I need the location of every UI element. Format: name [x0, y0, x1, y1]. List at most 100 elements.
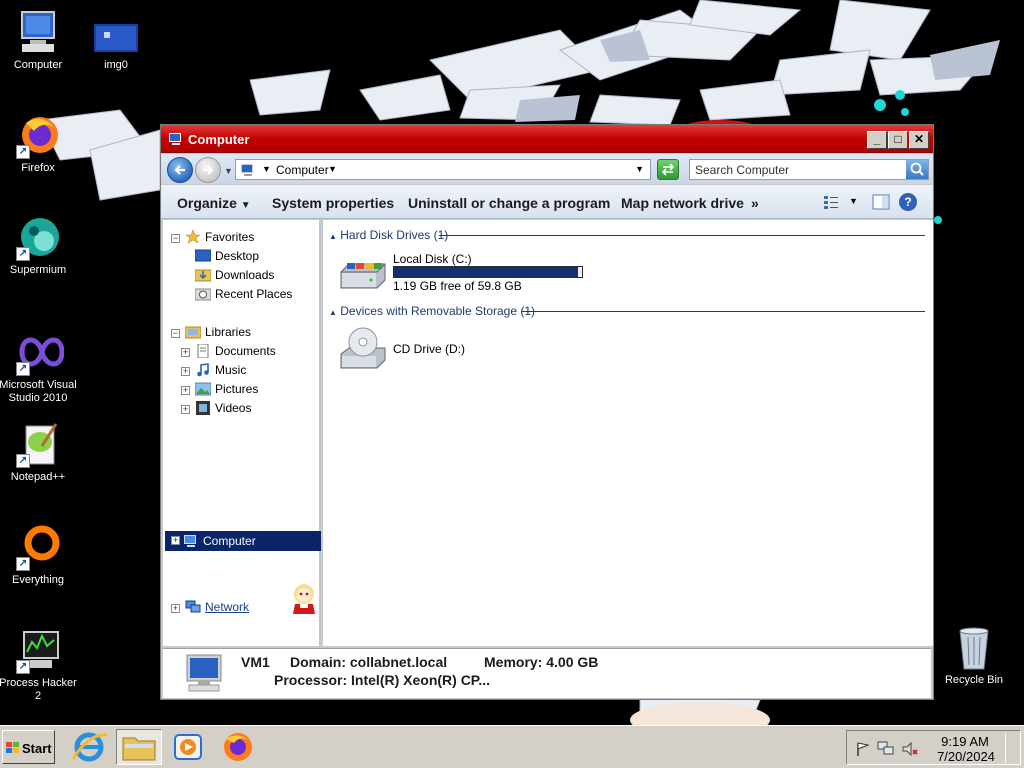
- network-icon: [185, 600, 201, 613]
- show-desktop-button[interactable]: [1005, 733, 1019, 763]
- expand-icon[interactable]: +: [181, 348, 190, 357]
- supermium-icon: ↗: [12, 215, 64, 261]
- taskbar-firefox[interactable]: [216, 729, 260, 765]
- collapse-icon[interactable]: −: [171, 329, 180, 338]
- shortcut-arrow-icon: ↗: [16, 362, 30, 376]
- explorer-window[interactable]: Computer _ □ ✕ ▼ ▼ Computer ▼ ▼ Search C…: [160, 124, 934, 700]
- local-disk-name[interactable]: Local Disk (C:): [393, 252, 472, 266]
- details-pane: VM1 Domain: collabnet.local Memory: 4.00…: [163, 648, 931, 698]
- search-icon: [910, 162, 924, 176]
- collapse-arrow-icon: ▲: [329, 308, 337, 317]
- windows-logo-icon: [6, 742, 19, 753]
- desktop-icon: [195, 249, 211, 262]
- anime-character-sticker-icon: [293, 584, 315, 614]
- view-dropdown-icon[interactable]: ▼: [849, 196, 858, 206]
- maximize-button[interactable]: □: [888, 131, 908, 149]
- refresh-button[interactable]: [657, 159, 679, 180]
- downloads-folder-icon: [195, 269, 211, 282]
- shortcut-arrow-icon: ↗: [16, 145, 30, 159]
- back-button[interactable]: [167, 157, 193, 183]
- shortcut-arrow-icon: ↗: [16, 247, 30, 261]
- start-button[interactable]: Start: [2, 730, 55, 764]
- view-list-icon: [824, 196, 838, 209]
- desktop-icon-img0[interactable]: img0: [76, 10, 156, 72]
- hard-disk-group-header[interactable]: ▲ Hard Disk Drives (1): [329, 228, 448, 242]
- search-button[interactable]: [906, 160, 928, 179]
- minimize-button[interactable]: _: [867, 131, 887, 149]
- network-status-icon[interactable]: [877, 741, 895, 757]
- breadcrumb-arrow-icon[interactable]: ▼: [262, 164, 271, 174]
- expand-icon[interactable]: +: [181, 367, 190, 376]
- uninstall-program-button[interactable]: Uninstall or change a program: [408, 195, 610, 211]
- organize-button[interactable]: Organize ▼: [177, 195, 251, 211]
- desktop-icon-label: Process Hacker 2: [0, 677, 77, 702]
- taskbar-media-player[interactable]: [166, 729, 210, 765]
- recycle-bin-icon: [948, 625, 1000, 671]
- desktop-icon-everything[interactable]: ↗ Everything: [0, 525, 78, 587]
- taskbar-internet-explorer[interactable]: [67, 729, 111, 765]
- internet-explorer-icon: [71, 732, 108, 762]
- more-commands-button[interactable]: »: [751, 195, 759, 211]
- removable-storage-group-header[interactable]: ▲ Devices with Removable Storage (1): [329, 304, 535, 318]
- map-network-drive-button[interactable]: Map network drive: [621, 195, 744, 211]
- back-arrow-icon: [174, 165, 185, 175]
- desktop-icon-firefox[interactable]: ↗ Firefox: [0, 113, 78, 175]
- desktop-icon-supermium[interactable]: ↗ Supermium: [0, 215, 78, 277]
- computer-domain: Domain: collabnet.local: [290, 654, 448, 670]
- system-tray: 9:19 AM 7/20/2024: [846, 730, 1021, 765]
- content-pane[interactable]: ▲ Hard Disk Drives (1) Local Disk (C:) 1…: [323, 220, 933, 646]
- expand-icon[interactable]: +: [171, 536, 180, 545]
- shortcut-arrow-icon: ↗: [16, 454, 30, 468]
- recent-pages-dropdown-icon[interactable]: ▼: [224, 166, 233, 176]
- firefox-icon: [224, 733, 252, 761]
- local-disk-item[interactable]: [339, 258, 387, 294]
- cd-drive-icon: [340, 327, 386, 369]
- computer-icon: [12, 10, 64, 56]
- shortcut-arrow-icon: ↗: [16, 557, 30, 571]
- taskbar: Start 9:19 AM 7/20/2024: [0, 725, 1024, 768]
- breadcrumb-arrow-icon[interactable]: ▼: [328, 164, 337, 174]
- videos-icon: [196, 401, 210, 415]
- cd-drive-name[interactable]: CD Drive (D:): [393, 342, 465, 356]
- chevron-down-icon: ▼: [240, 200, 251, 211]
- window-title: Computer: [188, 132, 250, 147]
- address-bar[interactable]: ▼ Computer ▼ ▼: [235, 159, 651, 180]
- organize-label: Organize: [177, 195, 237, 211]
- volume-muted-icon[interactable]: [901, 741, 919, 757]
- taskbar-windows-explorer[interactable]: [116, 729, 162, 765]
- address-history-dropdown-icon[interactable]: ▼: [635, 164, 644, 174]
- expand-icon[interactable]: +: [181, 386, 190, 395]
- action-center-flag-icon[interactable]: [855, 741, 871, 757]
- forward-button[interactable]: [195, 157, 221, 183]
- desktop-icon-recycle-bin[interactable]: Recycle Bin: [934, 625, 1014, 687]
- address-breadcrumb[interactable]: Computer: [276, 163, 329, 177]
- desktop-icon-visual-studio[interactable]: ↗ Microsoft Visual Studio 2010: [0, 330, 78, 405]
- view-options-button[interactable]: [823, 194, 839, 213]
- local-disk-free-space: 1.19 GB free of 59.8 GB: [393, 279, 522, 293]
- system-properties-button[interactable]: System properties: [272, 195, 394, 211]
- desktop-icon-notepadpp[interactable]: ↗ Notepad++: [0, 422, 78, 484]
- expand-icon[interactable]: +: [181, 405, 190, 414]
- window-titlebar[interactable]: Computer _ □ ✕: [161, 125, 933, 153]
- clock-time[interactable]: 9:19 AM: [935, 734, 995, 749]
- expand-icon[interactable]: +: [171, 604, 180, 613]
- forward-arrow-icon: [203, 165, 214, 175]
- cd-drive-item[interactable]: [339, 326, 387, 370]
- desktop-icon-process-hacker[interactable]: ↗ Process Hacker 2: [0, 628, 78, 703]
- hard-drive-icon: [340, 263, 386, 289]
- desktop-icon-label: Supermium: [9, 264, 67, 276]
- computer-name: VM1: [241, 654, 270, 670]
- navigation-pane[interactable]: − Favorites Desktop Downloads Recent Pla…: [163, 220, 321, 646]
- collapse-icon[interactable]: −: [171, 234, 180, 243]
- computer-icon: [169, 133, 181, 145]
- help-icon[interactable]: ?: [899, 193, 917, 211]
- desktop-icon-computer[interactable]: Computer: [0, 10, 78, 72]
- preview-pane-button[interactable]: [872, 194, 890, 213]
- nav-computer[interactable]: + Computer: [165, 531, 321, 551]
- clock-date[interactable]: 7/20/2024: [931, 749, 1001, 764]
- search-input[interactable]: Search Computer: [689, 159, 929, 180]
- everything-search-icon: ↗: [12, 525, 64, 571]
- search-placeholder: Search Computer: [695, 163, 790, 177]
- desktop-icon-label: Recycle Bin: [944, 674, 1004, 686]
- close-button[interactable]: ✕: [909, 131, 929, 149]
